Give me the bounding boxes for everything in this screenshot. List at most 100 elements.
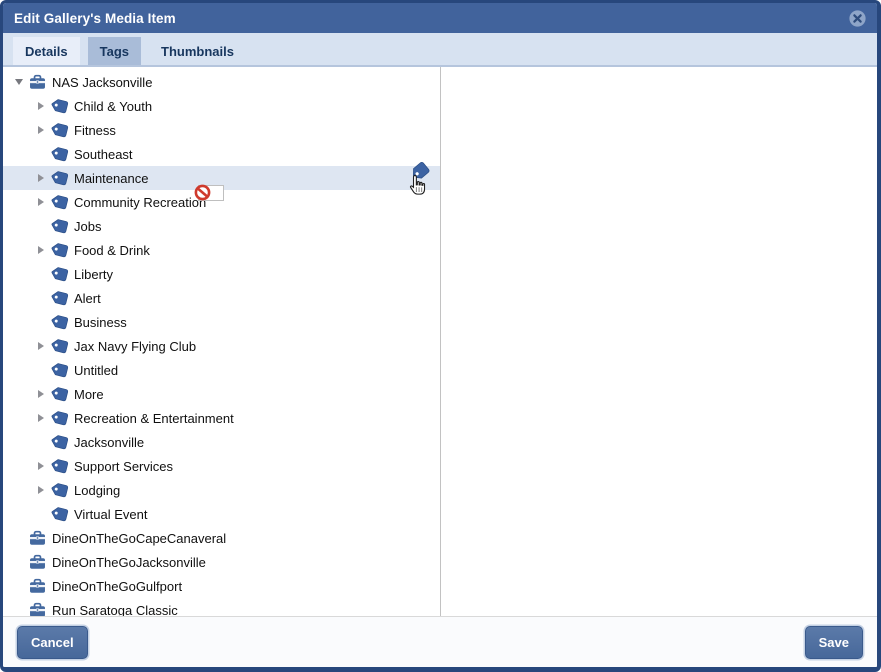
tree-item-label: Jacksonville bbox=[73, 435, 144, 450]
edit-gallery-media-item-dialog: Edit Gallery's Media Item Details Tags T… bbox=[0, 0, 881, 672]
tree-item-label: DineOnTheGoJacksonville bbox=[51, 555, 206, 570]
tag-icon bbox=[51, 194, 68, 211]
tree-item-label: Jobs bbox=[73, 219, 101, 234]
workspace-icon bbox=[29, 602, 46, 617]
tree-item[interactable]: Virtual Event bbox=[3, 502, 440, 526]
expander-collapsed-icon[interactable] bbox=[33, 386, 49, 402]
tree-item[interactable]: More bbox=[3, 382, 440, 406]
tree-item[interactable]: Child & Youth bbox=[3, 94, 440, 118]
tree-item[interactable]: Food & Drink bbox=[3, 238, 440, 262]
tag-icon bbox=[51, 386, 68, 403]
tree-item[interactable]: Lodging bbox=[3, 478, 440, 502]
tree-item[interactable]: Run Saratoga Classic bbox=[3, 598, 440, 616]
expander-spacer bbox=[11, 554, 27, 570]
tree-item-label: Southeast bbox=[73, 147, 133, 162]
tag-icon bbox=[51, 314, 68, 331]
tag-icon bbox=[51, 266, 68, 283]
save-button[interactable]: Save bbox=[805, 626, 863, 659]
tree-item[interactable]: Community Recreation bbox=[3, 190, 440, 214]
workspace-icon bbox=[29, 530, 46, 547]
tree-item-label: Untitled bbox=[73, 363, 118, 378]
tree-item[interactable]: NAS Jacksonville bbox=[3, 70, 440, 94]
tag-icon bbox=[51, 122, 68, 139]
dialog-footer: Cancel Save bbox=[3, 616, 877, 667]
tag-icon bbox=[51, 338, 68, 355]
expander-spacer bbox=[33, 314, 49, 330]
tree-item-label: DineOnTheGoGulfport bbox=[51, 579, 182, 594]
tree-item[interactable]: Jobs bbox=[3, 214, 440, 238]
tag-icon bbox=[51, 98, 68, 115]
tab-thumbnails[interactable]: Thumbnails bbox=[149, 37, 246, 65]
dialog-title: Edit Gallery's Media Item bbox=[14, 11, 176, 26]
tag-icon bbox=[51, 458, 68, 475]
workspace-icon bbox=[29, 578, 46, 595]
expander-collapsed-icon[interactable] bbox=[33, 122, 49, 138]
tree-item[interactable]: Southeast bbox=[3, 142, 440, 166]
expander-collapsed-icon[interactable] bbox=[33, 194, 49, 210]
tree-item[interactable]: Jax Navy Flying Club bbox=[3, 334, 440, 358]
dialog-titlebar: Edit Gallery's Media Item bbox=[3, 3, 877, 33]
expander-spacer bbox=[11, 530, 27, 546]
tree-item-label: NAS Jacksonville bbox=[51, 75, 152, 90]
expander-spacer bbox=[33, 362, 49, 378]
expander-spacer bbox=[33, 218, 49, 234]
expander-spacer bbox=[33, 266, 49, 282]
expander-spacer bbox=[11, 578, 27, 594]
tag-icon bbox=[51, 410, 68, 427]
tab-details-label: Details bbox=[25, 44, 68, 59]
expander-collapsed-icon[interactable] bbox=[33, 482, 49, 498]
expander-collapsed-icon[interactable] bbox=[33, 170, 49, 186]
tree-item-label: Support Services bbox=[73, 459, 173, 474]
close-icon[interactable] bbox=[849, 10, 866, 27]
tag-icon bbox=[51, 170, 68, 187]
tree-item[interactable]: Maintenance bbox=[3, 166, 440, 190]
tree-item-label: Virtual Event bbox=[73, 507, 147, 522]
expander-collapsed-icon[interactable] bbox=[33, 98, 49, 114]
tag-icon bbox=[51, 290, 68, 307]
tree-item[interactable]: Business bbox=[3, 310, 440, 334]
tree-item-label: More bbox=[73, 387, 104, 402]
expander-collapsed-icon[interactable] bbox=[33, 338, 49, 354]
tab-tags-label: Tags bbox=[100, 44, 129, 59]
tree-item-label: Business bbox=[73, 315, 127, 330]
tree-item-label: Recreation & Entertainment bbox=[73, 411, 234, 426]
tag-icon bbox=[51, 434, 68, 451]
tab-thumbnails-label: Thumbnails bbox=[161, 44, 234, 59]
tree-item[interactable]: Recreation & Entertainment bbox=[3, 406, 440, 430]
tag-detail-panel bbox=[441, 67, 877, 616]
tab-tags[interactable]: Tags bbox=[88, 37, 141, 65]
workspace-icon bbox=[29, 74, 46, 91]
tag-icon bbox=[51, 362, 68, 379]
tree-item-label: Food & Drink bbox=[73, 243, 150, 258]
tab-bar: Details Tags Thumbnails bbox=[3, 33, 877, 67]
tree-item-label: Maintenance bbox=[73, 171, 148, 186]
tree-item-label: Fitness bbox=[73, 123, 116, 138]
expander-collapsed-icon[interactable] bbox=[33, 410, 49, 426]
tree-item[interactable]: Untitled bbox=[3, 358, 440, 382]
tree-item[interactable]: DineOnTheGoJacksonville bbox=[3, 550, 440, 574]
tag-icon bbox=[51, 218, 68, 235]
tags-tree-panel[interactable]: NAS Jacksonville Child & Youth Fitness Sout… bbox=[3, 67, 441, 616]
tree-item[interactable]: DineOnTheGoGulfport bbox=[3, 574, 440, 598]
tree-item[interactable]: DineOnTheGoCapeCanaveral bbox=[3, 526, 440, 550]
tree-item[interactable]: Jacksonville bbox=[3, 430, 440, 454]
expander-collapsed-icon[interactable] bbox=[33, 458, 49, 474]
tree-item[interactable]: Support Services bbox=[3, 454, 440, 478]
tag-icon bbox=[51, 242, 68, 259]
tag-icon bbox=[51, 146, 68, 163]
tree-item-label: Lodging bbox=[73, 483, 120, 498]
tree-item[interactable]: Fitness bbox=[3, 118, 440, 142]
expander-spacer bbox=[33, 434, 49, 450]
workspace-icon bbox=[29, 554, 46, 571]
expander-spacer bbox=[11, 602, 27, 616]
tree-item-label: Jax Navy Flying Club bbox=[73, 339, 196, 354]
expander-spacer bbox=[33, 290, 49, 306]
tab-details[interactable]: Details bbox=[13, 37, 80, 65]
expander-spacer bbox=[33, 506, 49, 522]
tree-item[interactable]: Liberty bbox=[3, 262, 440, 286]
tree-item-label: Liberty bbox=[73, 267, 113, 282]
tree-item[interactable]: Alert bbox=[3, 286, 440, 310]
expander-expanded-icon[interactable] bbox=[11, 74, 27, 90]
expander-collapsed-icon[interactable] bbox=[33, 242, 49, 258]
cancel-button[interactable]: Cancel bbox=[17, 626, 88, 659]
